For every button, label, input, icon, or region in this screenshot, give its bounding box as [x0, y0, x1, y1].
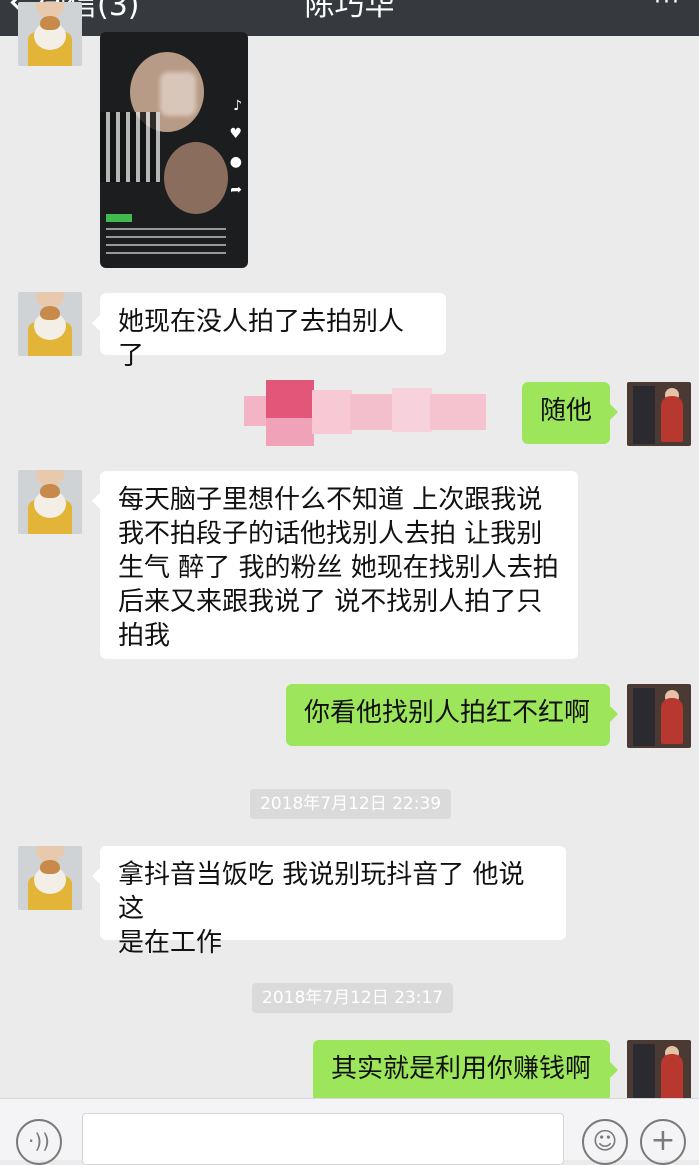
- timestamp: 2018年7月12日 22:39: [250, 789, 452, 819]
- contact-avatar[interactable]: [18, 2, 82, 66]
- message-bubble-outgoing[interactable]: 其实就是利用你赚钱啊: [313, 1040, 618, 1102]
- redacted-name-blur: [244, 380, 486, 446]
- video-thumbnail[interactable]: ♪ ♥ ● ➦: [100, 32, 248, 268]
- emoji-icon[interactable]: ☺: [582, 1119, 628, 1165]
- message-input[interactable]: [82, 1113, 564, 1165]
- timestamp: 2018年7月12日 23:17: [252, 983, 454, 1013]
- input-bar: ·)) ☺ +: [0, 1098, 699, 1165]
- message-bubble-incoming[interactable]: 她现在没人拍了去拍别人了: [92, 293, 446, 371]
- comment-icon: ●: [229, 154, 242, 170]
- heart-icon: ♥: [229, 126, 242, 142]
- message-bubble-outgoing[interactable]: 随他: [522, 382, 618, 444]
- self-avatar[interactable]: [627, 684, 691, 748]
- message-bubble-incoming[interactable]: 每天脑子里想什么不知道 上次跟我说 我不拍段子的话他找别人去拍 让我别 生气 醉…: [92, 471, 578, 659]
- self-avatar[interactable]: [627, 382, 691, 446]
- voice-icon[interactable]: ·)): [16, 1119, 62, 1165]
- contact-avatar[interactable]: [18, 846, 82, 910]
- add-icon[interactable]: +: [640, 1119, 686, 1165]
- contact-avatar[interactable]: [18, 470, 82, 534]
- chat-title: 陈巧华: [304, 0, 395, 23]
- music-icon: ♪: [233, 98, 242, 114]
- share-icon: ➦: [230, 182, 242, 198]
- contact-avatar[interactable]: [18, 292, 82, 356]
- self-avatar[interactable]: [627, 1040, 691, 1104]
- chat-header: 微信(3) 陈巧华 ···: [0, 0, 699, 36]
- more-dots-icon[interactable]: ···: [654, 0, 681, 15]
- message-bubble-outgoing[interactable]: 你看他找别人拍红不红啊: [286, 684, 618, 746]
- message-bubble-incoming[interactable]: 拿抖音当饭吃 我说别玩抖音了 他说这 是在工作: [92, 846, 566, 958]
